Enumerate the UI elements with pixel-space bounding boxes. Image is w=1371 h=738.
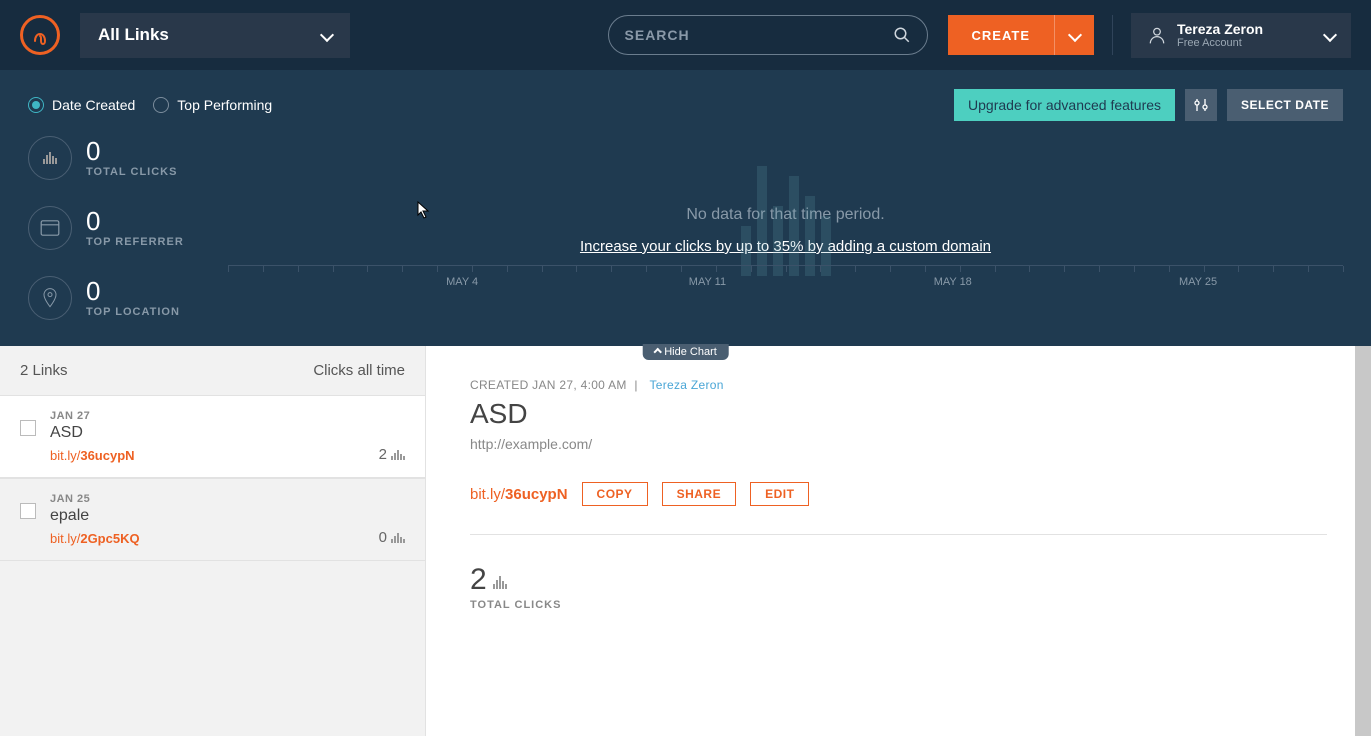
link-checkbox[interactable] [20, 503, 36, 519]
scrollbar[interactable] [1355, 346, 1371, 736]
link-short-url: bit.ly/2Gpc5KQ [50, 531, 405, 546]
dashboard-panel: Date Created Top Performing Upgrade for … [0, 70, 1371, 346]
chevron-down-icon [320, 28, 334, 42]
link-click-count: 2 [379, 446, 405, 463]
stat-top-referrer: 0TOP REFERRER [28, 206, 228, 250]
filter-date-created[interactable]: Date Created [28, 97, 135, 113]
bars-icon [391, 533, 405, 543]
browser-icon [28, 206, 72, 250]
chart-bg-bars [741, 166, 831, 276]
detail-author-link[interactable]: Tereza Zeron [649, 378, 723, 392]
link-title: ASD [50, 424, 405, 442]
lower-panel: 2 Links Clicks all time JAN 27 ASD bit.l… [0, 346, 1371, 736]
separator [1112, 15, 1113, 55]
link-title: epale [50, 507, 405, 525]
link-click-count: 0 [379, 529, 405, 546]
copy-button[interactable]: COPY [582, 482, 648, 506]
links-dropdown-label: All Links [98, 25, 169, 45]
search-input[interactable] [625, 27, 893, 43]
settings-filter-button[interactable] [1185, 89, 1217, 121]
search-icon [893, 26, 911, 44]
detail-title: ASD [470, 398, 1327, 430]
link-item[interactable]: JAN 25 epale bit.ly/2Gpc5KQ 0 [0, 478, 425, 561]
create-button[interactable]: CREATE [948, 15, 1054, 55]
bars-icon [391, 450, 405, 460]
filter-top-performing[interactable]: Top Performing [153, 97, 272, 113]
chevron-down-icon [1067, 28, 1081, 42]
bitly-logo[interactable] [20, 15, 60, 55]
bars-icon [493, 576, 507, 589]
link-date: JAN 27 [50, 410, 405, 422]
stat-top-location: 0TOP LOCATION [28, 276, 228, 320]
link-item[interactable]: JAN 27 ASD bit.ly/36ucypN 2 [0, 395, 425, 478]
select-date-button[interactable]: SELECT DATE [1227, 89, 1343, 121]
divider [470, 534, 1327, 535]
link-count-label: 2 Links [20, 362, 68, 379]
link-list-pane: 2 Links Clicks all time JAN 27 ASD bit.l… [0, 346, 426, 736]
detail-meta: CREATED JAN 27, 4:00 AM | Tereza Zeron [470, 378, 1327, 392]
stat-list: 0TOTAL CLICKS 0TOP REFERRER 0TOP LOCATIO… [28, 136, 228, 346]
sliders-icon [1193, 97, 1209, 113]
edit-button[interactable]: EDIT [750, 482, 809, 506]
timeline-axis: MAY 4 MAY 11 MAY 18 MAY 25 [228, 265, 1343, 293]
links-dropdown[interactable]: All Links [80, 13, 350, 58]
chart-area: No data for that time period. Increase y… [228, 136, 1343, 346]
link-date: JAN 25 [50, 493, 405, 505]
link-short-url: bit.ly/36ucypN [50, 448, 405, 463]
detail-short-url[interactable]: bit.ly/36ucypN [470, 486, 568, 503]
account-name: Tereza Zeron [1177, 21, 1325, 37]
person-icon [1147, 25, 1167, 45]
account-menu[interactable]: Tereza Zeron Free Account [1131, 13, 1351, 58]
create-dropdown-button[interactable] [1054, 15, 1094, 55]
location-pin-icon [28, 276, 72, 320]
stat-total-clicks: 0TOTAL CLICKS [28, 136, 228, 180]
account-tier: Free Account [1177, 37, 1325, 49]
create-button-group: CREATE [948, 15, 1094, 55]
detail-total-clicks: 2 [470, 563, 1327, 597]
detail-pane: CREATED JAN 27, 4:00 AM | Tereza Zeron A… [426, 346, 1371, 736]
filter-row: Date Created Top Performing Upgrade for … [28, 82, 1343, 128]
link-checkbox[interactable] [20, 420, 36, 436]
detail-long-url[interactable]: http://example.com/ [470, 436, 1327, 452]
upgrade-button[interactable]: Upgrade for advanced features [954, 89, 1175, 121]
share-button[interactable]: SHARE [662, 482, 737, 506]
sort-label[interactable]: Clicks all time [313, 362, 405, 379]
top-bar: All Links CREATE Tereza Zeron Free Accou… [0, 0, 1371, 70]
bars-icon [28, 136, 72, 180]
search-box[interactable] [608, 15, 928, 55]
chevron-down-icon [1323, 28, 1337, 42]
detail-total-label: TOTAL CLICKS [470, 599, 1327, 611]
